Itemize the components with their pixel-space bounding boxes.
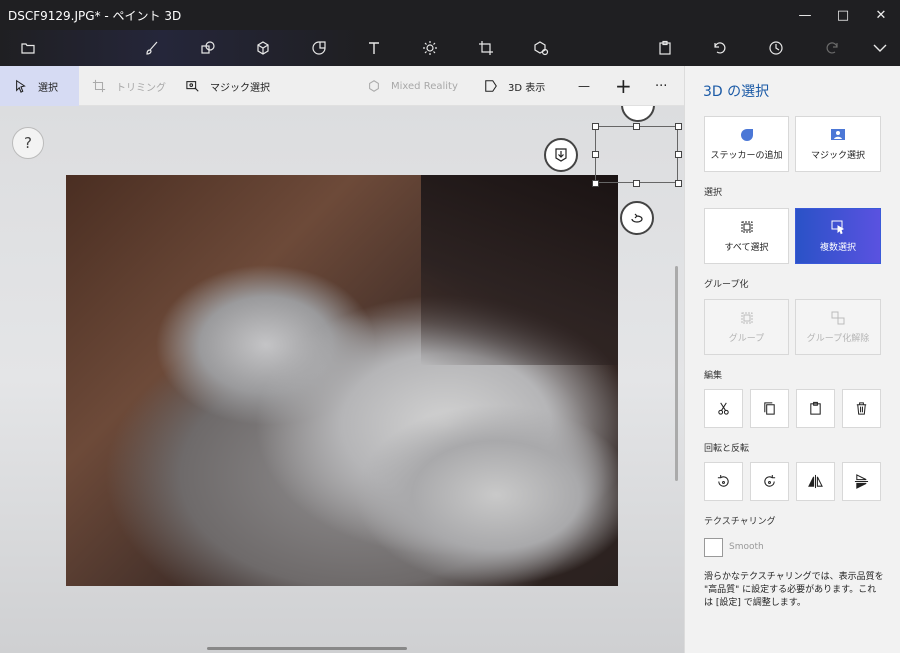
- 3d-shapes-icon[interactable]: [249, 34, 277, 62]
- select-tool-button[interactable]: 選択: [0, 66, 79, 106]
- selection-panel: 3D の選択 ステッカーの追加 マジック選択 選択 すべて選択 複数選択 グルー…: [684, 66, 900, 653]
- expand-icon[interactable]: [866, 34, 894, 62]
- 3d-library-icon[interactable]: [527, 34, 555, 62]
- 2d-shapes-icon[interactable]: [194, 34, 222, 62]
- resize-handle[interactable]: [592, 151, 599, 158]
- horizontal-scrollbar[interactable]: [207, 647, 407, 650]
- title-bar: DSCF9129.JPG* - ペイント 3D — □ ✕: [0, 0, 900, 30]
- rotate-section-label: 回転と反転: [704, 444, 750, 454]
- rotate-right-icon[interactable]: [750, 462, 789, 501]
- ungroup-label: グループ化解除: [806, 334, 870, 344]
- stickers-icon[interactable]: [305, 34, 333, 62]
- maximize-icon[interactable]: □: [824, 0, 862, 30]
- resize-handle[interactable]: [633, 123, 640, 130]
- more-options-button[interactable]: ···: [655, 66, 667, 106]
- smooth-checkbox[interactable]: [704, 538, 723, 557]
- menu-folder-icon[interactable]: [14, 34, 42, 62]
- sticker-icon: [740, 129, 753, 141]
- resize-handle[interactable]: [675, 151, 682, 158]
- view-3d-icon: [485, 80, 497, 92]
- cursor-icon: [16, 79, 26, 93]
- multi-select-button[interactable]: 複数選択: [795, 208, 881, 264]
- add-sticker-button[interactable]: ステッカーの追加: [704, 116, 789, 172]
- edit-section-label: 編集: [704, 371, 723, 381]
- cut-icon[interactable]: [704, 389, 743, 428]
- canvas-icon[interactable]: [472, 34, 500, 62]
- select-label: 選択: [38, 82, 58, 94]
- selection-box[interactable]: [595, 126, 678, 183]
- effects-icon[interactable]: [416, 34, 444, 62]
- ungroup-button[interactable]: グループ化解除: [795, 299, 881, 355]
- panel-title: 3D の選択: [703, 84, 770, 100]
- smooth-label: Smooth: [729, 542, 764, 552]
- delete-icon[interactable]: [842, 389, 881, 428]
- flip-vertical-icon[interactable]: [842, 462, 881, 501]
- stamp-icon[interactable]: [544, 138, 578, 172]
- rotate-x-handle[interactable]: [621, 106, 655, 122]
- mixed-reality-icon: [369, 80, 379, 92]
- resize-handle[interactable]: [675, 123, 682, 130]
- text-icon[interactable]: [360, 34, 388, 62]
- help-button[interactable]: ?: [12, 127, 44, 159]
- group-section-label: グループ化: [704, 280, 749, 290]
- zoom-in-button[interactable]: +: [615, 66, 632, 106]
- flip-horizontal-icon[interactable]: [796, 462, 835, 501]
- mixed-reality-label: Mixed Reality: [391, 80, 458, 92]
- rotate-left-icon[interactable]: [704, 462, 743, 501]
- magic-select-label: マジック選択: [210, 82, 270, 94]
- texturing-section-label: テクスチャリング: [704, 517, 776, 527]
- history-icon[interactable]: [762, 34, 790, 62]
- group-button[interactable]: グループ: [704, 299, 789, 355]
- undo-icon[interactable]: [706, 34, 734, 62]
- resize-handle[interactable]: [592, 123, 599, 130]
- magic-select-icon: [831, 129, 845, 140]
- magic-select-card-label: マジック選択: [810, 151, 865, 161]
- resize-handle[interactable]: [633, 180, 640, 187]
- select-all-icon: [741, 221, 752, 233]
- select-toolbar: 選択 トリミング マジック選択 Mixed Reality 3D 表示 — + …: [0, 66, 684, 106]
- add-sticker-label: ステッカーの追加: [710, 151, 783, 161]
- selection-section-label: 選択: [704, 188, 723, 198]
- zoom-out-button[interactable]: —: [578, 66, 590, 106]
- cat-photo[interactable]: [66, 175, 618, 586]
- crop-icon: [92, 79, 106, 93]
- vertical-scrollbar[interactable]: [675, 266, 678, 481]
- minimize-icon[interactable]: —: [786, 0, 824, 30]
- group-icon: [741, 312, 752, 324]
- resize-handle[interactable]: [592, 180, 599, 187]
- multi-select-icon: [831, 220, 845, 235]
- mixed-reality-button[interactable]: Mixed Reality: [367, 66, 458, 106]
- main-toolbar: [0, 30, 900, 66]
- close-icon[interactable]: ✕: [862, 0, 900, 30]
- crop-label: トリミング: [116, 82, 166, 94]
- window-title: DSCF9129.JPG* - ペイント 3D: [8, 8, 182, 23]
- magic-select-card[interactable]: マジック選択: [795, 116, 881, 172]
- select-all-label: すべて選択: [724, 243, 769, 253]
- select-all-button[interactable]: すべて選択: [704, 208, 789, 264]
- view-3d-label: 3D 表示: [508, 82, 546, 94]
- redo-icon[interactable]: [818, 34, 846, 62]
- texturing-note: 滑らかなテクスチャリングでは、表示品質を "高品質" に設定する必要があります。…: [704, 572, 884, 608]
- ungroup-icon: [831, 311, 845, 325]
- paste-icon[interactable]: [796, 389, 835, 428]
- resize-handle[interactable]: [675, 180, 682, 187]
- magic-select-button[interactable]: マジック選択: [186, 66, 270, 106]
- view-3d-button[interactable]: 3D 表示: [484, 66, 545, 106]
- brush-icon[interactable]: [138, 34, 166, 62]
- magic-select-icon: [186, 81, 199, 92]
- group-label: グループ: [728, 334, 765, 344]
- multi-select-label: 複数選択: [819, 243, 856, 253]
- copy-icon[interactable]: [750, 389, 789, 428]
- rotate-z-icon[interactable]: [620, 201, 654, 235]
- paste-icon[interactable]: [651, 34, 679, 62]
- crop-button[interactable]: トリミング: [92, 66, 166, 106]
- canvas-area[interactable]: ?: [0, 106, 684, 653]
